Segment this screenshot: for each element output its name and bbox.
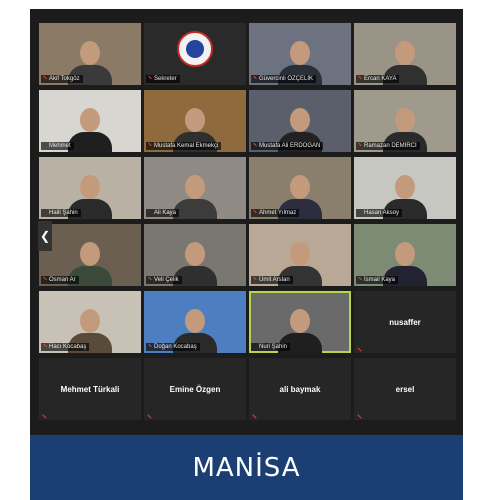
participant-tile[interactable]: Ercan KAYA	[354, 23, 456, 85]
organization-logo-icon	[177, 31, 213, 67]
avatar	[80, 41, 100, 65]
participant-name-center: nusaffer	[389, 317, 421, 327]
participant-name-label: Ahmet Yılmaz	[251, 209, 300, 217]
participant-tile[interactable]: Sekreter	[144, 23, 246, 85]
avatar	[290, 309, 310, 333]
mic-muted-icon	[253, 143, 257, 149]
participant-name-label: Sekreter	[146, 75, 180, 83]
avatar	[80, 108, 100, 132]
participant-tile[interactable]: Ümit Arslan	[249, 224, 351, 286]
mic-muted-icon	[148, 143, 152, 149]
participant-name-center: ersel	[395, 384, 415, 394]
participant-tile[interactable]: Akif Tokgöz	[39, 23, 141, 85]
participant-name-label: Mehmet	[41, 142, 74, 150]
mic-muted-icon	[253, 210, 257, 216]
participant-tile[interactable]: nusaffer	[354, 291, 456, 353]
participant-name-center: ali baymak	[279, 384, 321, 394]
mic-muted-icon	[43, 344, 47, 350]
participant-name-label: Akif Tokgöz	[41, 75, 83, 83]
participant-name-label: Hacı Kocabaş	[41, 343, 90, 351]
avatar	[185, 108, 205, 132]
participant-video	[173, 169, 217, 219]
avatar	[185, 309, 205, 333]
avatar	[80, 309, 100, 333]
participant-name-label: Mustafa Kemal Ekmekçi	[146, 142, 222, 150]
mic-muted-icon	[148, 344, 152, 350]
avatar	[185, 175, 205, 199]
participant-tile[interactable]: Emine Özgen	[144, 358, 246, 420]
participant-tile[interactable]: Mustafa Ali ERDOĞAN	[249, 90, 351, 152]
participant-tile[interactable]: Güvercinli ÖZÇELİK	[249, 23, 351, 85]
participant-body	[68, 132, 112, 152]
avatar	[395, 108, 415, 132]
participant-name-center: Emine Özgen	[169, 384, 221, 394]
participant-name-label: Ümit Arslan	[251, 276, 293, 284]
banner-title: MANİSA	[192, 452, 301, 483]
participant-name-label: Güvercinli ÖZÇELİK	[251, 75, 317, 83]
participant-name-label: Mustafa Ali ERDOĞAN	[251, 142, 324, 150]
participant-tile[interactable]: ali baymak	[249, 358, 351, 420]
participant-video	[68, 102, 112, 152]
avatar	[185, 242, 205, 266]
chevron-left-icon: ❮	[39, 229, 51, 243]
participant-grid: Akif Tokgöz Sekreter Güvercinli ÖZÇELİK Erc…	[39, 23, 456, 420]
avatar	[80, 242, 100, 266]
participant-tile[interactable]: Nuri Şahin	[249, 291, 351, 353]
avatar	[395, 242, 415, 266]
mic-muted-icon	[358, 143, 362, 149]
mic-muted-icon	[43, 76, 47, 82]
participant-tile[interactable]: Ali Kaya	[144, 157, 246, 219]
avatar	[290, 242, 310, 266]
participant-tile[interactable]: Mustafa Kemal Ekmekçi	[144, 90, 246, 152]
participant-name-label: Doğan Kocabaş	[146, 343, 200, 351]
prev-page-button[interactable]: ❮	[38, 221, 52, 251]
participant-tile[interactable]: Ramazan DEMİRCİ	[354, 90, 456, 152]
participant-tile[interactable]: Doğan Kocabaş	[144, 291, 246, 353]
avatar	[290, 41, 310, 65]
participant-tile[interactable]: ersel	[354, 358, 456, 420]
participant-tile[interactable]: Mehmet	[39, 90, 141, 152]
participant-tile[interactable]: Halil Şahin	[39, 157, 141, 219]
participant-name-label: Osman Ar	[41, 276, 79, 284]
participant-tile[interactable]: Ahmet Yılmaz	[249, 157, 351, 219]
participant-name-label: Ali Kaya	[146, 209, 180, 217]
participant-tile[interactable]: Osman Ar	[39, 224, 141, 286]
mic-muted-icon	[148, 76, 152, 82]
mic-muted-icon	[43, 277, 47, 283]
avatar	[395, 41, 415, 65]
mic-muted-icon	[253, 76, 257, 82]
avatar	[395, 175, 415, 199]
participant-name-label: Halil Şahin	[41, 209, 81, 217]
mic-muted-icon	[358, 76, 362, 82]
participant-tile[interactable]: Hacı Kocabaş	[39, 291, 141, 353]
participant-name-label: Veli Çelik	[146, 276, 182, 284]
participant-name-label: İsmail Kaya	[356, 276, 399, 284]
participant-tile[interactable]: Mehmet Türkali	[39, 358, 141, 420]
video-gallery: Akif Tokgöz Sekreter Güvercinli ÖZÇELİK Erc…	[30, 9, 463, 435]
avatar	[290, 175, 310, 199]
participant-body	[173, 199, 217, 219]
city-banner: MANİSA	[30, 435, 463, 500]
participant-tile[interactable]: Hasan Aksoy	[354, 157, 456, 219]
participant-name-label: Hasan Aksoy	[356, 209, 403, 217]
mic-muted-icon	[358, 277, 362, 283]
participant-name-label: Ramazan DEMİRCİ	[356, 142, 420, 150]
avatar	[290, 108, 310, 132]
participant-name-label: Ercan KAYA	[356, 75, 400, 83]
mic-muted-icon	[253, 277, 257, 283]
mic-muted-icon	[148, 277, 152, 283]
participant-tile[interactable]: Veli Çelik	[144, 224, 246, 286]
participant-tile[interactable]: İsmail Kaya	[354, 224, 456, 286]
participant-name-center: Mehmet Türkali	[60, 384, 120, 394]
participant-name-label: Nuri Şahin	[251, 343, 291, 351]
avatar	[80, 175, 100, 199]
